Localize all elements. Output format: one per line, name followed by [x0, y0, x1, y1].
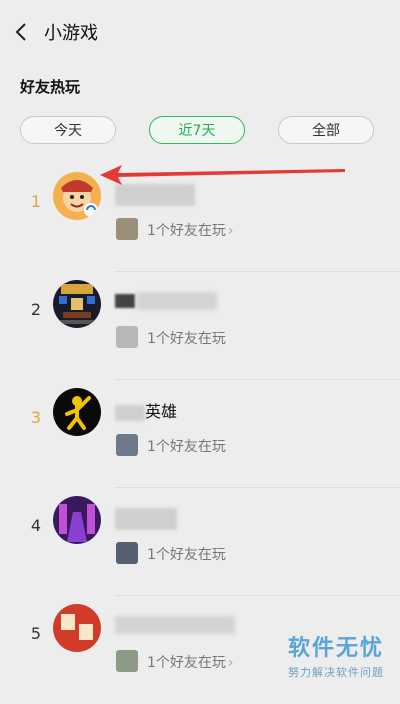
friends-playing-text: 1个好友在玩 — [147, 439, 226, 455]
game-name — [115, 290, 217, 310]
rank-number: 5 — [30, 624, 42, 643]
watermark-title: 软件无忧 — [287, 636, 384, 661]
game-icon-landlord — [53, 172, 101, 220]
rank-number: 4 — [30, 516, 42, 535]
back-arrow-icon[interactable] — [12, 20, 32, 44]
friend-avatar — [116, 218, 138, 240]
section-title: 好友热玩 — [20, 78, 81, 96]
friends-playing-text: 1个好友在玩 — [147, 547, 226, 563]
friend-avatar — [116, 542, 138, 564]
game-icon-hero — [53, 388, 101, 436]
tab-today[interactable]: 今天 — [20, 116, 116, 144]
tab-all[interactable]: 全部 — [278, 116, 374, 144]
friend-avatar — [116, 326, 138, 348]
game-name-blurred — [115, 508, 177, 530]
game-name: 英雄 — [115, 398, 177, 422]
chevron-right-icon: › — [227, 223, 234, 239]
game-icon-pixel — [53, 280, 101, 328]
friends-playing-text: 1个好友在玩 › — [147, 223, 234, 239]
tab-last-7-days[interactable]: 近7天 — [149, 116, 245, 144]
watermark: 软件无忧 努力解决软件问题 — [288, 630, 384, 680]
rank-number: 2 — [30, 300, 42, 319]
watermark-subtitle: 努力解决软件问题 — [287, 666, 384, 679]
friend-avatar — [116, 650, 138, 672]
game-name — [115, 614, 235, 634]
game-icon-purple — [53, 496, 101, 544]
game-icon-mahjong — [53, 604, 101, 652]
rank-number: 1 — [30, 192, 42, 211]
game-row-2[interactable]: 2 1个好友在玩 — [0, 272, 400, 380]
friends-playing-text: 1个好友在玩 — [147, 331, 226, 347]
top-bar: 小游戏 — [0, 0, 400, 64]
page-title: 小游戏 — [44, 23, 98, 44]
friends-playing-text: 1个好友在玩 › — [147, 655, 234, 671]
red-arrow-annotation — [100, 165, 345, 185]
friend-avatar — [116, 434, 138, 456]
game-name-blurred — [115, 184, 195, 206]
game-row-3[interactable]: 3 英雄 1个好友在玩 — [0, 380, 400, 488]
rank-number: 3 — [30, 408, 42, 427]
chevron-right-icon: › — [227, 655, 234, 671]
game-row-4[interactable]: 4 1个好友在玩 — [0, 488, 400, 596]
time-filter-tabs: 今天 近7天 全部 — [0, 116, 400, 146]
